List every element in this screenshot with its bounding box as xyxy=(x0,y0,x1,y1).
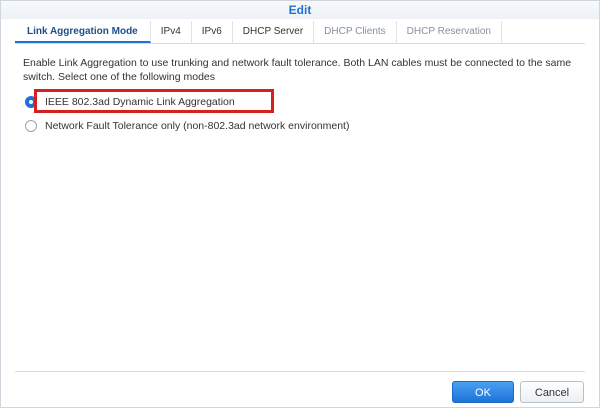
tab-ipv6[interactable]: IPv6 xyxy=(192,21,233,43)
radio-option-label: Network Fault Tolerance only (non-802.3a… xyxy=(45,120,350,132)
ok-button[interactable]: OK xyxy=(452,381,514,403)
radio-option-8023ad[interactable]: IEEE 802.3ad Dynamic Link Aggregation xyxy=(25,93,235,111)
tab-content: Enable Link Aggregation to use trunking … xyxy=(23,56,577,84)
mode-description: Enable Link Aggregation to use trunking … xyxy=(23,57,572,83)
tab-bar: Link Aggregation Mode IPv4 IPv6 DHCP Ser… xyxy=(15,21,585,44)
radio-unselected-icon[interactable] xyxy=(25,120,37,132)
cancel-button[interactable]: Cancel xyxy=(520,381,584,403)
footer-divider xyxy=(15,371,585,372)
tab-dhcp-reservation[interactable]: DHCP Reservation xyxy=(397,21,502,43)
dialog-title: Edit xyxy=(1,1,599,19)
radio-option-fault-tolerance[interactable]: Network Fault Tolerance only (non-802.3a… xyxy=(25,117,349,135)
radio-selected-icon[interactable] xyxy=(25,96,37,108)
tab-ipv4[interactable]: IPv4 xyxy=(151,21,192,43)
tab-dhcp-server[interactable]: DHCP Server xyxy=(233,21,315,43)
radio-option-label: IEEE 802.3ad Dynamic Link Aggregation xyxy=(45,96,235,108)
tab-link-aggregation-mode[interactable]: Link Aggregation Mode xyxy=(15,21,151,43)
tab-dhcp-clients[interactable]: DHCP Clients xyxy=(314,21,397,43)
edit-dialog: Edit Link Aggregation Mode IPv4 IPv6 DHC… xyxy=(0,0,600,408)
